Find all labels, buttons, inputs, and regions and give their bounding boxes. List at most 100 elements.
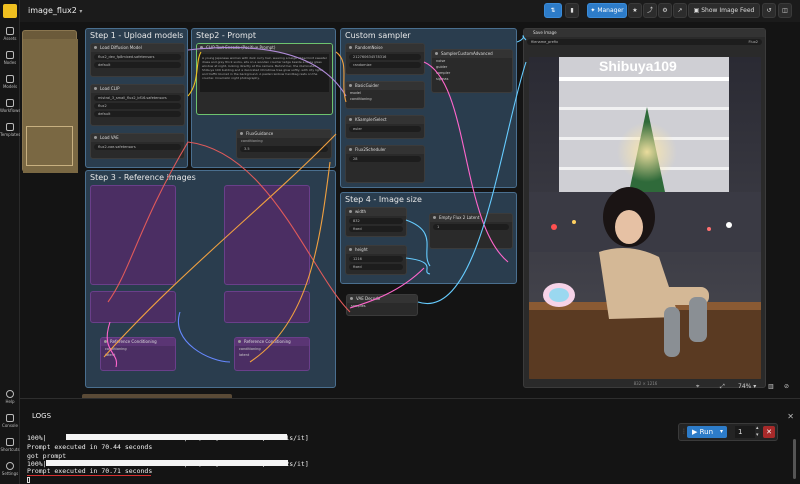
node-sampler-custom-advanced[interactable]: SamplerCustomAdvanced noise guider sampl… xyxy=(431,49,513,93)
progress-bar-fill xyxy=(115,434,287,440)
sidebar-item-nodes[interactable]: Nodes xyxy=(0,51,20,65)
sampler-name-widget[interactable]: euler xyxy=(349,126,421,132)
sidebar-label: Workflows xyxy=(0,108,21,113)
bookmark-icon[interactable]: ▮ xyxy=(565,3,579,18)
workflow-tab[interactable]: image_flux2 ▾ xyxy=(28,4,82,18)
conditioning-input[interactable]: conditioning xyxy=(237,138,331,144)
node-random-noise[interactable]: RandomNoise 212760634578316 randomize xyxy=(345,43,425,75)
node-vae-encode-1[interactable] xyxy=(90,291,176,323)
node-title: height xyxy=(346,246,406,254)
node-load-vae[interactable]: Load VAE flux2-vae.safetensors xyxy=(90,133,185,159)
node-height[interactable]: height 1216 fixed xyxy=(345,245,407,275)
share-icon[interactable]: ⤴ xyxy=(643,3,657,18)
settings-icon[interactable]: ⚙ xyxy=(658,3,672,18)
sidebar-label: Assets xyxy=(3,36,17,41)
comfy-logo-icon[interactable] xyxy=(3,4,17,18)
node-reference-1[interactable]: Reference Conditioning conditioning late… xyxy=(100,337,176,371)
node-load-clip[interactable]: Load CLIP mistral_3_small_flux2_bf16.saf… xyxy=(90,84,185,126)
node-clip-text-encode[interactable]: CLIP Text Encode (Positive Prompt) A you… xyxy=(196,43,333,115)
guidance-widget[interactable]: 3.5 xyxy=(240,146,328,152)
assets-icon xyxy=(6,27,14,35)
sidebar-item-help[interactable]: Help xyxy=(0,390,20,404)
control-after-generate-widget[interactable]: randomize xyxy=(349,62,421,68)
sidebar-item-models[interactable]: Models xyxy=(0,75,20,89)
node-load-diffusion[interactable]: Load Diffusion Model flux2_dev_fp8mixed.… xyxy=(90,43,185,77)
latent-input[interactable]: latent xyxy=(101,352,175,358)
latent-input[interactable]: latent xyxy=(235,352,309,358)
manager-button[interactable]: ✦ Manager xyxy=(587,3,627,18)
zoom-level: 74% xyxy=(738,383,752,390)
batch-count-value: 1 xyxy=(738,428,743,436)
node-load-image-1[interactable] xyxy=(90,185,176,285)
node-ksampler-select[interactable]: KSamplerSelect euler xyxy=(345,115,425,139)
link-visibility-icon[interactable]: ⊘ xyxy=(784,380,796,394)
close-icon[interactable]: ✕ xyxy=(787,412,794,421)
panel-toggle-icon[interactable]: ◫ xyxy=(778,3,792,18)
minimap-icon[interactable]: ▥ xyxy=(768,380,780,394)
run-button[interactable]: ▶ Run ▾ xyxy=(687,426,727,438)
logs-tab[interactable]: LOGS xyxy=(32,412,51,420)
group-step3[interactable]: Step 3 - Reference images Reference Cond… xyxy=(85,170,336,388)
sidebar-item-workflows[interactable]: Workflows xyxy=(0,99,20,113)
prompt-textarea[interactable]: A young Japanese woman with dark curly h… xyxy=(200,54,329,92)
node-reference-2[interactable]: Reference Conditioning conditioning late… xyxy=(234,337,310,371)
sidebar-item-assets[interactable]: Assets xyxy=(0,27,20,41)
select-tool-icon[interactable]: ⌖ xyxy=(696,380,710,394)
samples-input[interactable]: samples xyxy=(347,303,417,309)
scrollbar[interactable] xyxy=(793,439,796,479)
group-step4[interactable]: Step 4 - Image size width 832 fixed heig… xyxy=(340,192,517,284)
zoom-control[interactable]: 74% ▾ xyxy=(738,380,764,394)
fit-view-icon[interactable]: ⤢ xyxy=(720,380,734,394)
node-width[interactable]: width 832 fixed xyxy=(345,207,407,237)
group-notes[interactable] xyxy=(22,30,78,173)
group-title: Step 4 - Image size xyxy=(345,195,422,204)
arrow-icon[interactable]: ↗ xyxy=(673,3,687,18)
node-vae-decode[interactable]: VAE Decode samples xyxy=(346,294,418,316)
sidebar-item-settings[interactable]: Settings xyxy=(0,462,20,476)
group-title: Step2 - Prompt xyxy=(196,31,256,40)
group-custom-sampler[interactable]: Custom sampler RandomNoise 2127606345783… xyxy=(340,28,517,188)
history-icon[interactable]: ↺ xyxy=(762,3,776,18)
height-value-widget[interactable]: 1216 xyxy=(349,256,403,262)
control-widget[interactable]: fixed xyxy=(349,226,403,232)
type-widget[interactable]: flux2 xyxy=(94,103,181,109)
mode-icon-button[interactable]: ⇅ xyxy=(544,3,562,18)
clip-name-widget[interactable]: mistral_3_small_flux2_bf16.safetensors xyxy=(94,95,181,101)
group-step2[interactable]: Step2 - Prompt CLIP Text Encode (Positiv… xyxy=(191,28,336,168)
batch-count-input[interactable]: 1 xyxy=(735,426,755,438)
sidebar-item-console[interactable]: Console xyxy=(0,414,20,428)
conditioning-input[interactable]: conditioning xyxy=(346,96,424,102)
sidebar-item-shortcuts[interactable]: Shortcuts xyxy=(0,438,20,452)
log-line: Prompt executed in 70.44 seconds xyxy=(27,443,153,451)
device-widget[interactable]: default xyxy=(94,111,181,117)
sigmas-input[interactable]: sigmas xyxy=(432,76,512,82)
filename-prefix-widget[interactable]: filename_prefix Flux2 xyxy=(527,39,762,45)
vae-name-widget[interactable]: flux2-vae.safetensors xyxy=(94,144,181,150)
node-vae-encode-2[interactable] xyxy=(224,291,310,323)
batch-size-widget[interactable]: 1 xyxy=(433,224,509,230)
width-value-widget[interactable]: 832 xyxy=(349,218,403,224)
image-feed-button[interactable]: ▣ Show Image Feed xyxy=(688,3,760,18)
node-flux-guidance[interactable]: FluxGuidance conditioning 3.5 xyxy=(236,129,332,159)
unet-name-widget[interactable]: flux2_dev_fp8mixed.safetensors xyxy=(94,54,181,60)
node-empty-flux2-latent[interactable]: Empty Flux 2 Latent 1 xyxy=(429,213,513,249)
generated-image[interactable]: Shibuya109 xyxy=(529,57,761,379)
node-load-image-2[interactable] xyxy=(224,185,310,285)
steps-widget[interactable]: 28 xyxy=(349,156,421,162)
sidebar-item-templates[interactable]: Templates xyxy=(0,123,20,137)
node-basic-guider[interactable]: BasicGuider model conditioning xyxy=(345,81,425,109)
star-icon[interactable]: ★ xyxy=(628,3,642,18)
weight-dtype-widget[interactable]: default xyxy=(94,62,181,68)
photo-svg: Shibuya109 xyxy=(529,57,761,379)
control-widget[interactable]: fixed xyxy=(349,264,403,270)
node-save-image[interactable]: Save Image filename_prefix Flux2 Shibuya… xyxy=(523,28,766,388)
node-canvas[interactable]: Step 1 - Upload models Load Diffusion Mo… xyxy=(20,22,800,398)
group-step1[interactable]: Step 1 - Upload models Load Diffusion Mo… xyxy=(85,28,188,168)
cancel-run-icon[interactable]: ✕ xyxy=(763,426,775,438)
console-icon xyxy=(6,414,14,422)
stepper-icon[interactable]: ▴ ▾ xyxy=(756,425,759,439)
node-title: Reference Conditioning xyxy=(101,338,175,346)
noise-seed-widget[interactable]: 212760634578316 xyxy=(349,54,421,60)
node-flux2-scheduler[interactable]: Flux2Scheduler 28 xyxy=(345,145,425,183)
templates-icon xyxy=(6,123,14,131)
